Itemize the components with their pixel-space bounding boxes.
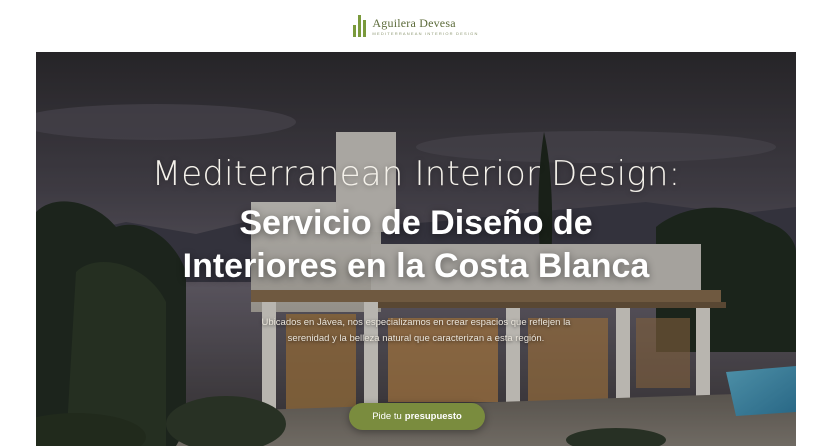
hero-title-line-2: Interiores en la Costa Blanca: [182, 247, 650, 285]
site-header: Aguilera Devesa Mediterranean Interior D…: [0, 0, 832, 52]
brand-tagline: Mediterranean Interior Design: [372, 30, 479, 36]
request-quote-button[interactable]: Pide tu presupuesto: [349, 403, 485, 430]
hero-title-bold: Servicio de Diseño de Interiores en la C…: [183, 202, 650, 288]
hero-title-light: Mediterranean Interior Design:: [151, 154, 681, 194]
hero-subtitle: Ubicados en Jávea, nos especializamos en…: [261, 317, 571, 344]
hero-title-line-1: Servicio de Diseño de: [239, 204, 593, 242]
logo-mark-icon: [353, 15, 367, 37]
cta-label-bold: presupuesto: [404, 411, 462, 422]
hero-section: Mediterranean Interior Design: Servicio …: [36, 52, 796, 446]
brand-logo[interactable]: Aguilera Devesa Mediterranean Interior D…: [353, 15, 478, 37]
brand-name: Aguilera Devesa: [372, 15, 456, 30]
logo-text: Aguilera Devesa Mediterranean Interior D…: [372, 17, 478, 36]
cta-label-regular: Pide tu: [372, 411, 402, 422]
hero-content: Mediterranean Interior Design: Servicio …: [36, 52, 796, 446]
